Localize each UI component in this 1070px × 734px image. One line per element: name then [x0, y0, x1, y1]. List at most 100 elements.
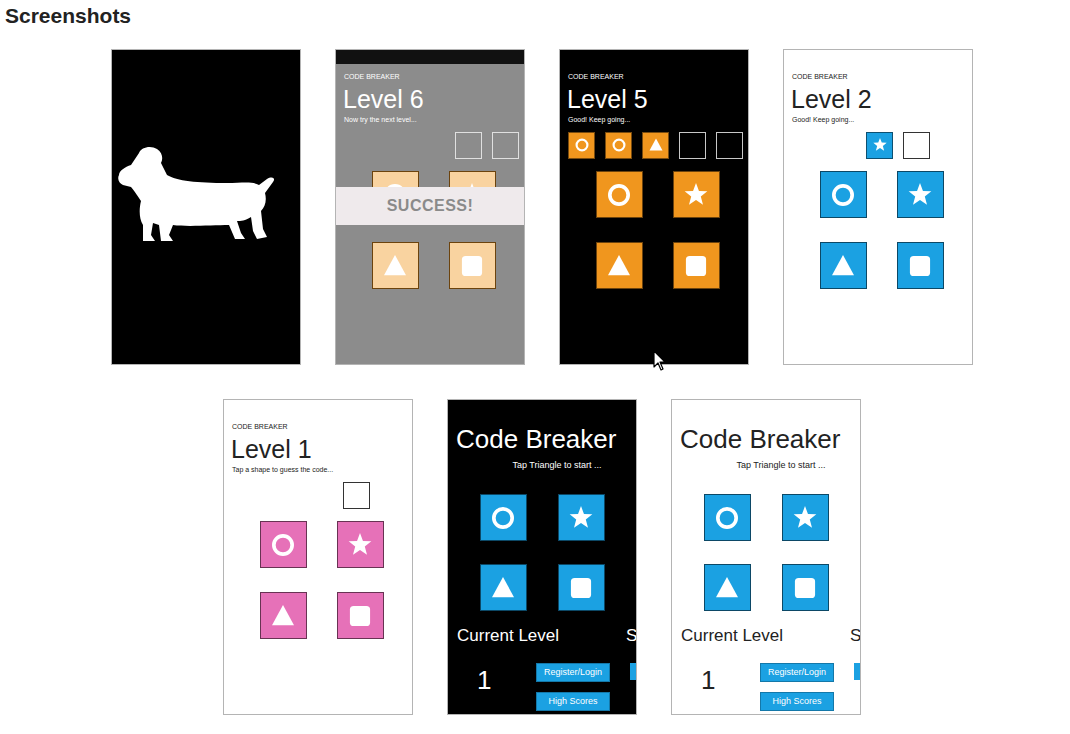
star-button[interactable]	[782, 494, 829, 541]
circle-icon	[569, 132, 595, 158]
circle-icon	[481, 496, 525, 540]
star-icon	[559, 496, 603, 540]
code-slots	[784, 131, 972, 159]
menu-screen: Code BreakerTap Triangle to start ...Cur…	[448, 400, 636, 714]
circle-icon	[705, 496, 749, 540]
square-icon	[783, 566, 827, 610]
current-level-label: Current Level	[681, 625, 850, 646]
star-icon	[898, 173, 942, 217]
app-title: CODE BREAKER	[336, 72, 524, 81]
square-button[interactable]	[449, 242, 496, 289]
phone-screenshot[interactable]: Code BreakerTap Triangle to start ...Cur…	[447, 399, 637, 715]
triangle-button[interactable]	[820, 242, 867, 289]
star-button[interactable]	[558, 494, 605, 541]
start-hint: Tap Triangle to start ...	[448, 460, 636, 471]
level-row: 1Register/LoginHigh Scores	[448, 663, 636, 711]
star-button[interactable]	[673, 171, 720, 218]
circle-button[interactable]	[596, 171, 643, 218]
star-button[interactable]	[337, 521, 384, 568]
code-slots	[336, 131, 524, 159]
phone-screenshot[interactable]: CODE BREAKERLevel 1Tap a shape to guess …	[223, 399, 413, 715]
current-level-label: Current Level	[457, 625, 626, 646]
status-message: Good! Keep going...	[560, 115, 748, 124]
guess-slot	[568, 132, 595, 159]
square-button[interactable]	[337, 592, 384, 639]
square-icon	[338, 594, 382, 638]
empty-slot	[716, 132, 743, 159]
square-icon	[559, 566, 603, 610]
phone-screenshot[interactable]: CODE BREAKERLevel 5Good! Keep going...	[559, 49, 749, 365]
square-icon	[898, 244, 942, 288]
partial-button[interactable]	[630, 663, 637, 680]
page-heading: Screenshots	[5, 4, 1070, 28]
phone-screenshot[interactable]: CODE BREAKERLevel 6Now try the next leve…	[335, 49, 525, 365]
triangle-icon	[261, 594, 305, 638]
phone-screenshot[interactable]: CODE BREAKER Level 2 Good! Keep going...	[783, 49, 973, 365]
screenshot-rows: CODE BREAKERLevel 6Now try the next leve…	[0, 49, 1070, 715]
dachshund-logo-icon	[117, 145, 277, 245]
empty-slot	[343, 482, 370, 509]
triangle-icon	[821, 244, 865, 288]
game-screen: CODE BREAKERLevel 5Good! Keep going...	[560, 50, 748, 364]
shape-grid	[448, 494, 636, 611]
circle-button[interactable]	[260, 521, 307, 568]
app-title: CODE BREAKER	[224, 422, 412, 431]
fade-overlay	[373, 243, 418, 288]
triangle-icon	[643, 132, 669, 158]
app-title: CODE BREAKER	[784, 72, 972, 81]
circle-button[interactable]	[480, 494, 527, 541]
guess-slot	[642, 132, 669, 159]
status-message: Good! Keep going...	[784, 115, 972, 124]
triangle-button[interactable]	[596, 242, 643, 289]
splash-screen	[112, 50, 300, 364]
star-button[interactable]	[897, 171, 944, 218]
triangle-button[interactable]	[480, 564, 527, 611]
star-icon	[338, 523, 382, 567]
status-message: Tap a shape to guess the code...	[224, 465, 412, 474]
circle-icon	[597, 173, 641, 217]
screenshot-row: CODE BREAKERLevel 1Tap a shape to guess …	[14, 399, 1070, 715]
empty-slot	[903, 132, 930, 159]
square-button[interactable]	[558, 564, 605, 611]
guess-slot	[866, 132, 893, 159]
label-row: Current LevelS	[448, 625, 636, 646]
shape-grid	[224, 521, 412, 639]
circle-icon	[261, 523, 305, 567]
status-message: Now try the next level...	[336, 115, 524, 124]
level-row: 1Register/LoginHigh Scores	[672, 663, 860, 711]
screenshot-row: CODE BREAKERLevel 6Now try the next leve…	[14, 49, 1070, 365]
score-label: S	[626, 625, 637, 646]
square-button[interactable]	[673, 242, 720, 289]
menu-button[interactable]: High Scores	[536, 692, 610, 711]
triangle-button[interactable]	[260, 592, 307, 639]
empty-slot	[455, 132, 482, 159]
phone-screenshot[interactable]: Code BreakerTap Triangle to start ...Cur…	[671, 399, 861, 715]
star-icon	[783, 496, 827, 540]
empty-slot	[492, 132, 519, 159]
empty-slot	[679, 132, 706, 159]
score-label: S	[850, 625, 861, 646]
menu-button[interactable]: Register/Login	[536, 663, 610, 682]
circle-button[interactable]	[820, 171, 867, 218]
app-title: Code Breaker	[672, 424, 860, 454]
triangle-icon	[705, 566, 749, 610]
triangle-button[interactable]	[372, 242, 419, 289]
circle-icon	[821, 173, 865, 217]
menu-button[interactable]: Register/Login	[760, 663, 834, 682]
menu-buttons: Register/Login High Scores	[536, 663, 610, 711]
level-title: Level 2	[784, 85, 972, 113]
phone-screenshot[interactable]	[111, 49, 301, 365]
triangle-icon	[481, 566, 525, 610]
circle-button[interactable]	[704, 494, 751, 541]
square-button[interactable]	[782, 564, 829, 611]
circle-icon	[606, 132, 632, 158]
menu-button[interactable]: High Scores	[760, 692, 834, 711]
label-row: Current LevelS	[672, 625, 860, 646]
square-button[interactable]	[897, 242, 944, 289]
success-banner: SUCCESS!	[336, 187, 524, 225]
fade-overlay	[450, 243, 495, 288]
menu-screen: Code BreakerTap Triangle to start ...Cur…	[672, 400, 860, 714]
triangle-button[interactable]	[704, 564, 751, 611]
code-slots	[560, 131, 748, 159]
partial-button[interactable]	[854, 663, 861, 680]
